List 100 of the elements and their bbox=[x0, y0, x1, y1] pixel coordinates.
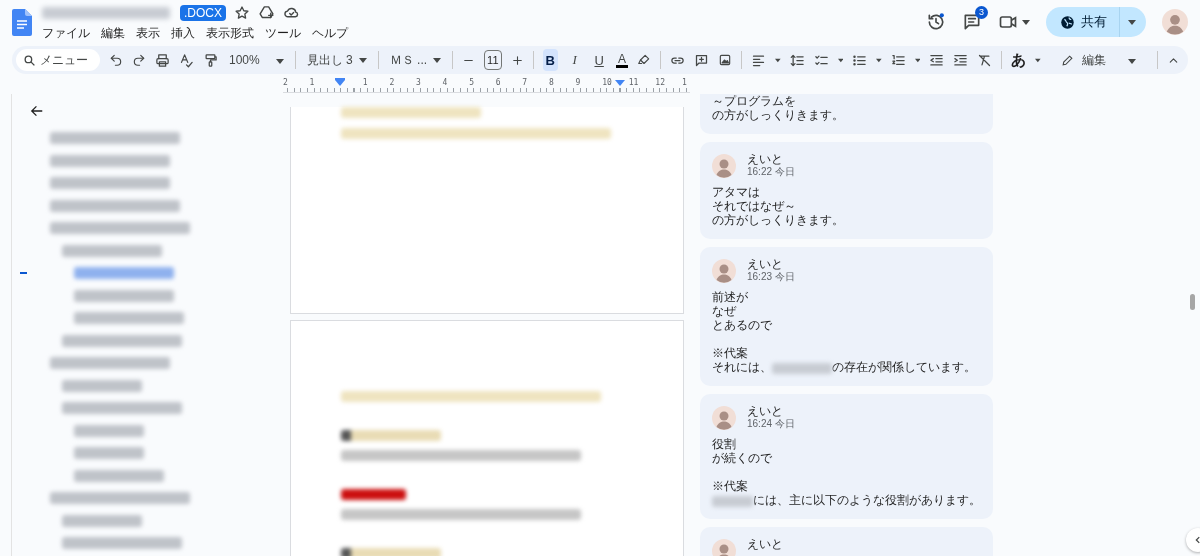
comment-text: には、主に以下のような役割があります。 bbox=[753, 493, 981, 507]
menu-search-field[interactable]: メニュー bbox=[16, 49, 100, 71]
ruler-number: 8 bbox=[548, 78, 554, 87]
avatar-icon bbox=[712, 406, 736, 430]
text-color-button[interactable]: A bbox=[615, 52, 628, 68]
ruler-number: 1 bbox=[309, 78, 315, 87]
caret-icon bbox=[1035, 57, 1041, 63]
comment-text: の方がしっくりきます。 bbox=[712, 213, 844, 227]
format-button[interactable]: B bbox=[542, 49, 558, 71]
add-comment-icon[interactable] bbox=[693, 52, 709, 68]
back-arrow-icon[interactable] bbox=[30, 104, 44, 118]
menu-item[interactable]: 表示形式 bbox=[206, 25, 254, 42]
comment-text: ※代案 bbox=[712, 346, 748, 360]
bulleted-list-icon[interactable] bbox=[852, 52, 868, 68]
ruler-number: 2 bbox=[389, 78, 395, 87]
caret-icon bbox=[1128, 59, 1136, 64]
print-icon[interactable] bbox=[155, 52, 170, 68]
search-icon bbox=[23, 54, 36, 67]
share-button[interactable]: 共有 bbox=[1046, 7, 1146, 37]
image-icon[interactable] bbox=[717, 53, 732, 67]
caret-icon bbox=[1128, 19, 1136, 25]
ruler-number: 2 bbox=[283, 78, 288, 87]
format-button[interactable]: I bbox=[566, 49, 583, 71]
undo-icon[interactable] bbox=[109, 53, 123, 67]
comment-count-badge: 3 bbox=[975, 6, 988, 19]
comment-author: えいと bbox=[747, 405, 784, 418]
clear-formatting-icon[interactable] bbox=[977, 52, 993, 68]
menu-item[interactable]: ヘルプ bbox=[312, 25, 348, 42]
comment-card[interactable]: えいと bbox=[700, 527, 993, 556]
caret-icon bbox=[914, 57, 921, 63]
avatar-icon bbox=[1162, 9, 1188, 35]
ruler-number: 7 bbox=[522, 78, 528, 87]
blurred-text bbox=[341, 489, 406, 500]
avatar-icon bbox=[712, 154, 736, 178]
comment-text: が続くので bbox=[712, 451, 772, 465]
ruler-number: 6 bbox=[495, 78, 501, 87]
comment-author: えいと bbox=[747, 538, 783, 551]
font-size-field[interactable]: 11 bbox=[484, 50, 502, 70]
zoom-dropdown[interactable]: 100% bbox=[227, 53, 286, 67]
indent-marker-icon[interactable] bbox=[615, 78, 625, 86]
paragraph-style-dropdown[interactable]: 見出し 3 bbox=[304, 51, 369, 69]
comment-text: それではなぜ～ bbox=[712, 199, 796, 213]
menu-item[interactable]: ファイル bbox=[42, 25, 90, 42]
comment-time: 16:22 今日 bbox=[747, 166, 795, 178]
comment-card[interactable]: えいと 16:22 今日 アタマは それではなぜ～ の方がしっくりきます。 bbox=[700, 142, 993, 239]
menu-item[interactable]: ツール bbox=[265, 25, 301, 42]
format-button[interactable]: U bbox=[591, 49, 607, 71]
comment-time: 16:24 今日 bbox=[747, 418, 795, 430]
menu-item[interactable]: 編集 bbox=[101, 25, 125, 42]
star-icon[interactable] bbox=[234, 4, 250, 21]
comment-text: アタマは bbox=[712, 185, 760, 199]
spellcheck-icon[interactable] bbox=[179, 52, 194, 68]
line-spacing-icon[interactable] bbox=[789, 52, 805, 68]
comment-card[interactable]: えいと 16:23 今日 前述が なぜ とあるので ※代案 それには、 の存在が関係しています。 bbox=[700, 247, 993, 386]
scrollbar-thumb[interactable] bbox=[1190, 294, 1195, 310]
comment-author: えいと bbox=[747, 153, 784, 166]
paint-format-icon[interactable] bbox=[203, 52, 218, 68]
menu-item[interactable]: 挿入 bbox=[171, 25, 195, 42]
comment-text: ～プログラムを bbox=[712, 94, 796, 108]
comment-card[interactable]: えいと 16:24 今日 役割 が続くので ※代案 には、主に以下のような役割があります。 bbox=[700, 394, 993, 519]
comment-text: の存在が関係しています。 bbox=[832, 360, 976, 374]
comment-text: とあるので bbox=[712, 318, 772, 332]
globe-icon bbox=[1060, 14, 1075, 30]
ruler-number: 4 bbox=[442, 78, 448, 87]
history-icon[interactable] bbox=[926, 12, 946, 32]
blurred-text bbox=[772, 363, 832, 374]
comment-card[interactable]: ～プログラムを の方がしっくりきます。 bbox=[700, 94, 993, 134]
editing-mode-dropdown[interactable]: 編集 bbox=[1059, 51, 1138, 69]
font-dropdown[interactable]: ＭＳ ... bbox=[387, 51, 444, 69]
comment-text: ※代案 bbox=[712, 479, 748, 493]
numbered-list-icon[interactable] bbox=[890, 52, 906, 68]
avatar-icon bbox=[712, 259, 736, 283]
caret-icon bbox=[1022, 19, 1030, 25]
docs-logo-icon[interactable] bbox=[12, 8, 32, 36]
indent-marker-icon[interactable] bbox=[335, 78, 345, 86]
input-tools-button[interactable]: あ bbox=[1011, 50, 1027, 70]
comment-author: えいと bbox=[747, 258, 784, 271]
ruler-number: 1 bbox=[362, 78, 368, 87]
chevron-left-icon bbox=[1193, 535, 1200, 545]
comment-text: 役割 bbox=[712, 437, 736, 451]
increase-indent-icon[interactable] bbox=[953, 52, 969, 68]
ruler-number: 11 bbox=[628, 78, 639, 87]
blurred-text bbox=[712, 496, 753, 507]
ruler-number: 1 bbox=[681, 78, 687, 87]
avatar-icon bbox=[712, 539, 736, 556]
align-left-icon[interactable] bbox=[750, 52, 766, 68]
highlight-icon[interactable] bbox=[636, 53, 651, 67]
menu-item[interactable]: 表示 bbox=[136, 25, 160, 42]
caret-icon bbox=[837, 57, 844, 63]
caret-icon bbox=[275, 59, 284, 64]
decrease-indent-icon[interactable] bbox=[929, 52, 945, 68]
ruler-number: 12 bbox=[655, 78, 665, 87]
comment-time: 16:23 今日 bbox=[747, 271, 795, 283]
drive-add-icon[interactable] bbox=[258, 4, 275, 21]
pencil-icon bbox=[1061, 53, 1074, 67]
comment-text: なぜ bbox=[712, 304, 736, 318]
plus-icon[interactable] bbox=[510, 53, 524, 67]
file-type-badge: .DOCX bbox=[180, 4, 226, 21]
ruler-number: 9 bbox=[575, 78, 581, 87]
redo-icon[interactable] bbox=[132, 53, 146, 67]
